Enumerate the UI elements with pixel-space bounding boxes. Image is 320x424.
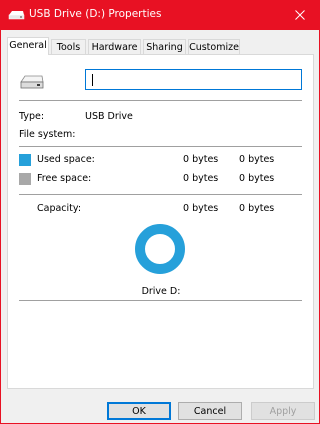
- drive-name-input[interactable]: [85, 69, 302, 90]
- used-space-human: 0 bytes: [239, 154, 275, 165]
- capacity-human: 0 bytes: [239, 203, 275, 214]
- disk-usage-chart: [135, 224, 185, 274]
- used-space-swatch: [19, 154, 31, 166]
- close-button[interactable]: [281, 1, 319, 30]
- filesystem-label: File system:: [19, 129, 76, 140]
- separator: [19, 100, 302, 101]
- close-icon: [295, 10, 305, 20]
- used-space-ring: [135, 224, 185, 274]
- usb-drive-icon: [19, 73, 45, 91]
- capacity-label: Capacity:: [37, 203, 82, 214]
- tab-hardware[interactable]: Hardware: [88, 39, 141, 54]
- ok-button[interactable]: OK: [107, 402, 171, 420]
- text-caret: [92, 74, 93, 86]
- cancel-button[interactable]: Cancel: [178, 402, 242, 420]
- free-space-bytes: 0 bytes: [183, 173, 219, 184]
- tab-sharing[interactable]: Sharing: [143, 39, 186, 54]
- separator: [19, 194, 302, 195]
- separator: [19, 146, 302, 147]
- drive-caption: Drive D:: [141, 286, 181, 297]
- tab-customize[interactable]: Customize: [188, 39, 240, 54]
- free-space-label: Free space:: [37, 173, 92, 184]
- free-space-swatch: [19, 173, 31, 185]
- type-value: USB Drive: [85, 111, 133, 122]
- capacity-bytes: 0 bytes: [183, 203, 219, 214]
- used-space-bytes: 0 bytes: [183, 154, 219, 165]
- general-tab-panel: [7, 54, 314, 389]
- apply-button[interactable]: Apply: [251, 402, 315, 420]
- window-title: USB Drive (D:) Properties: [29, 8, 162, 20]
- type-label: Type:: [19, 111, 45, 122]
- usb-drive-icon: [8, 9, 25, 21]
- properties-window: USB Drive (D:) Properties General Tools …: [0, 0, 320, 424]
- separator: [19, 300, 302, 301]
- title-bar[interactable]: USB Drive (D:) Properties: [1, 1, 319, 30]
- tab-general[interactable]: General: [7, 37, 49, 55]
- free-space-human: 0 bytes: [239, 173, 275, 184]
- used-space-label: Used space:: [37, 154, 95, 165]
- tab-tools[interactable]: Tools: [51, 39, 86, 54]
